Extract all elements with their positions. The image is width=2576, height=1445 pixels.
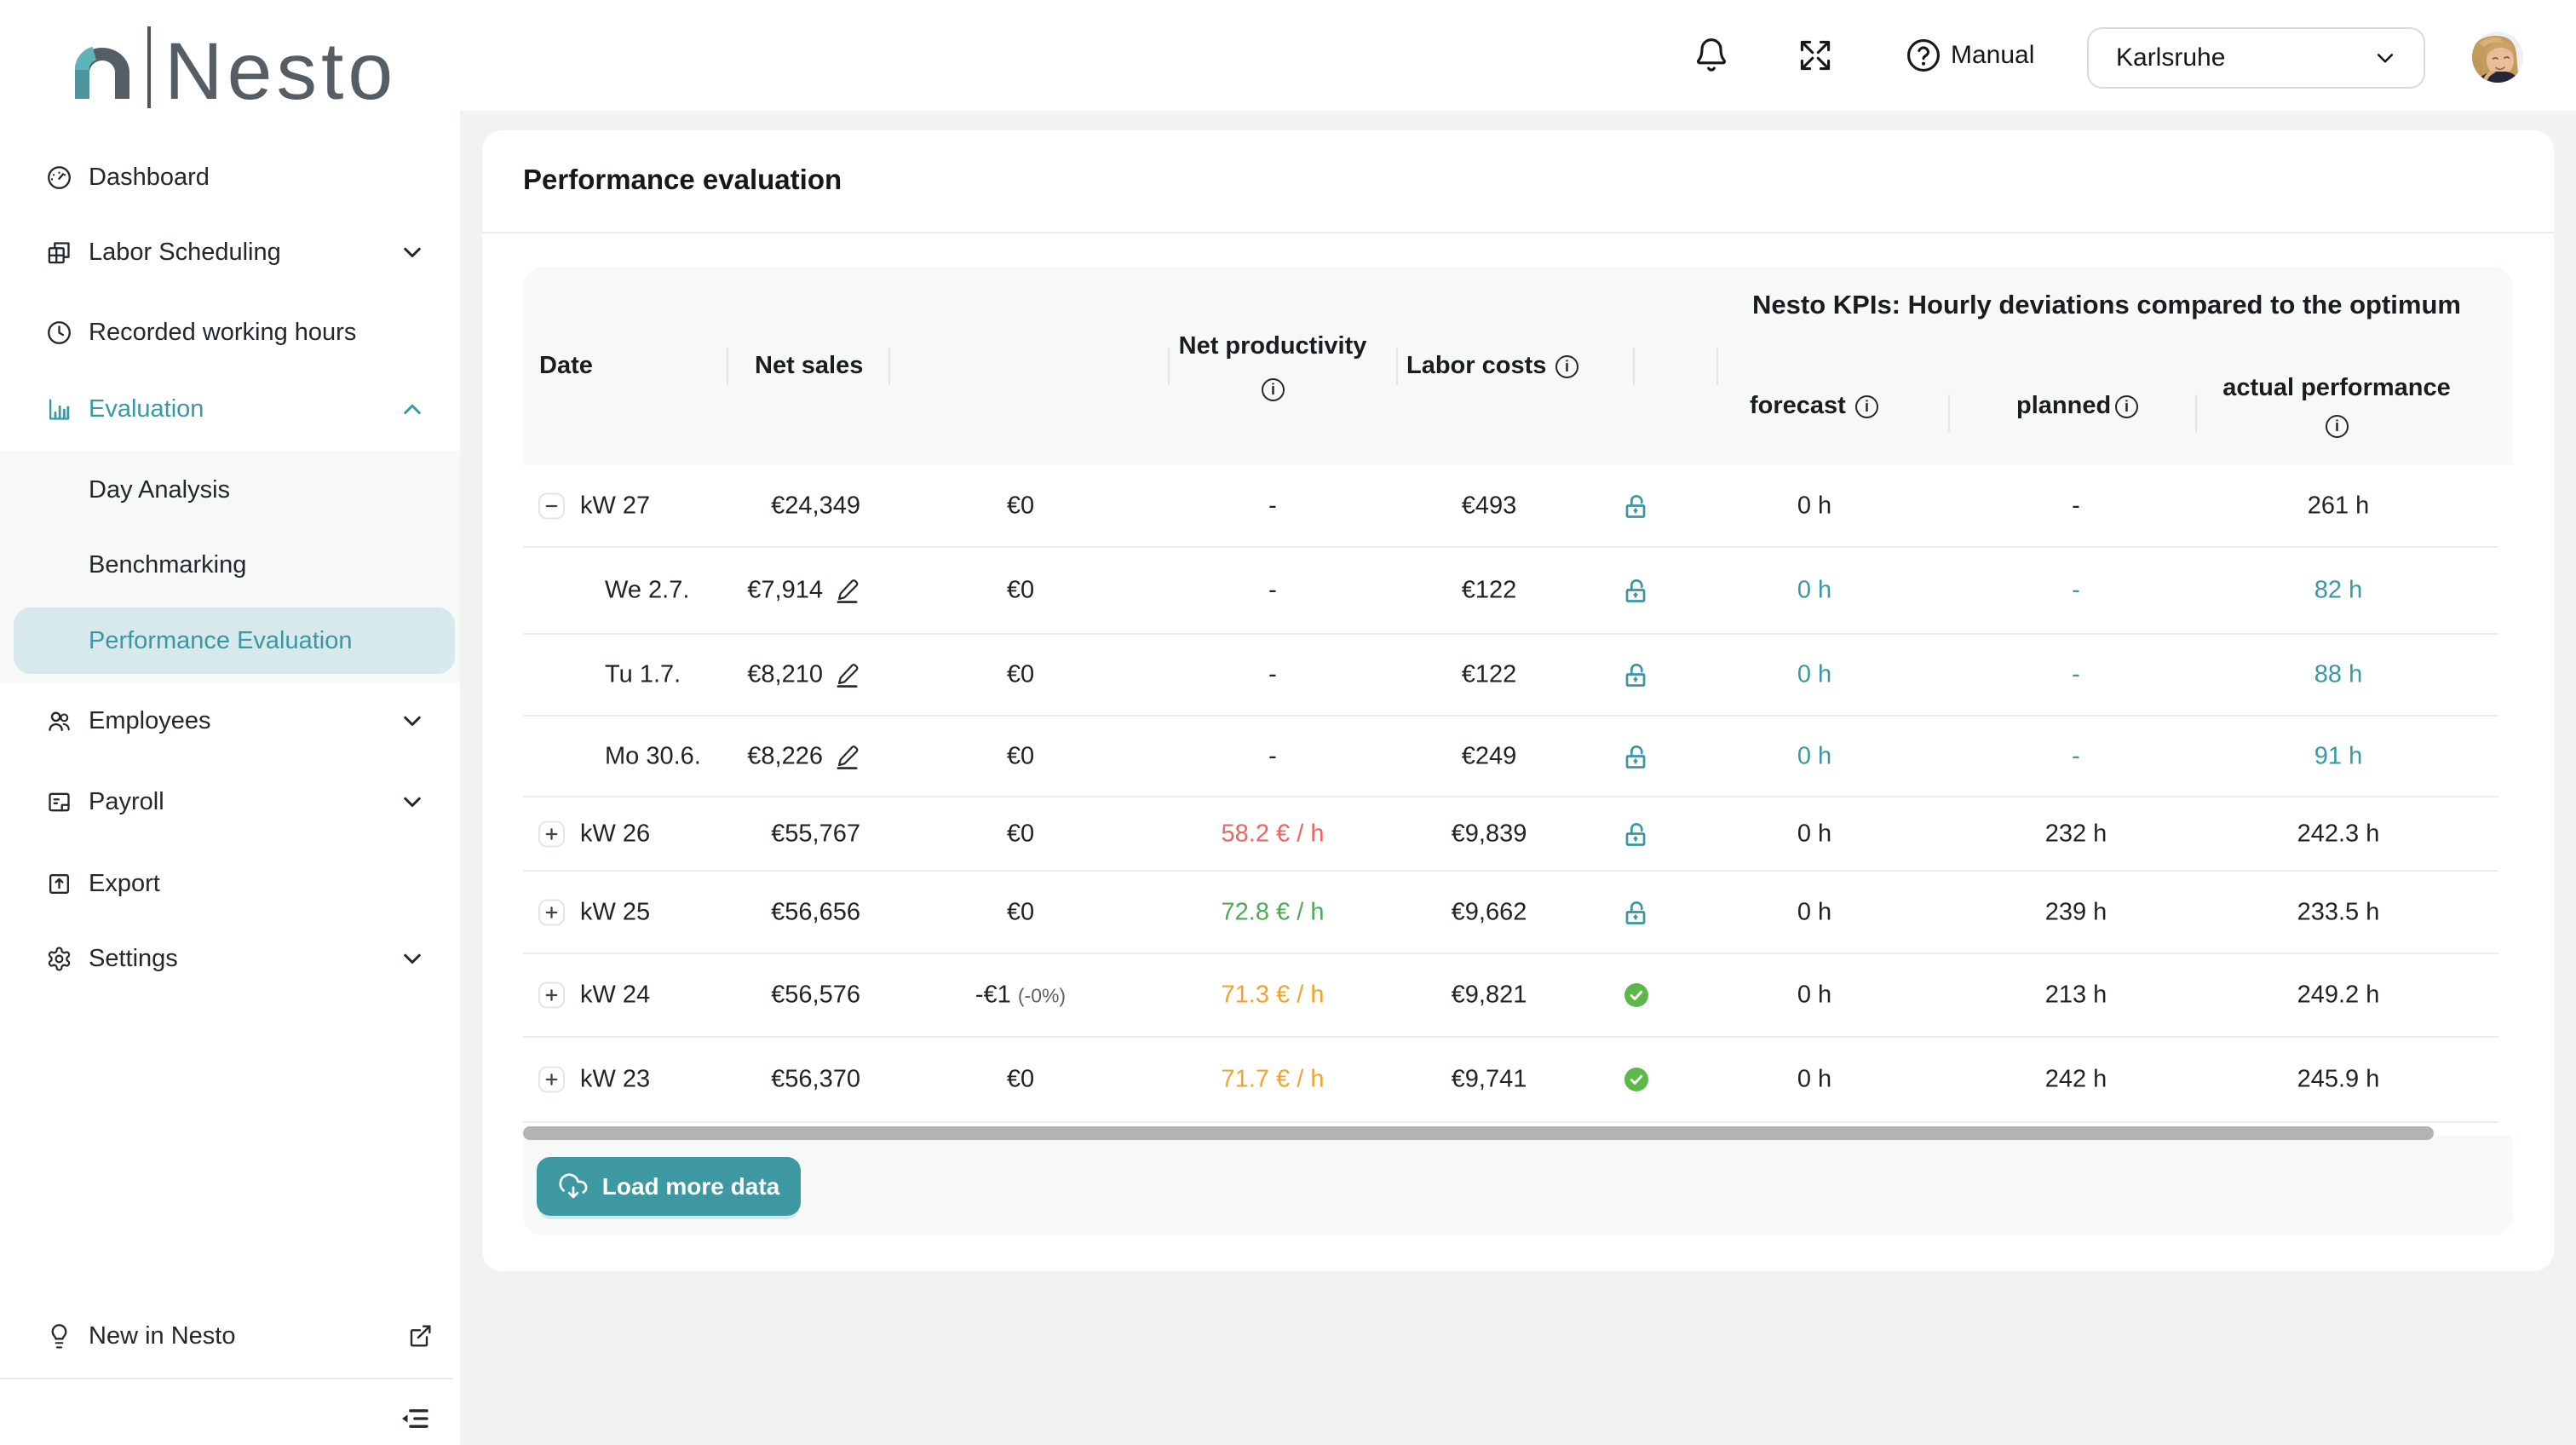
svg-text:Nesto: Nesto bbox=[164, 26, 397, 112]
